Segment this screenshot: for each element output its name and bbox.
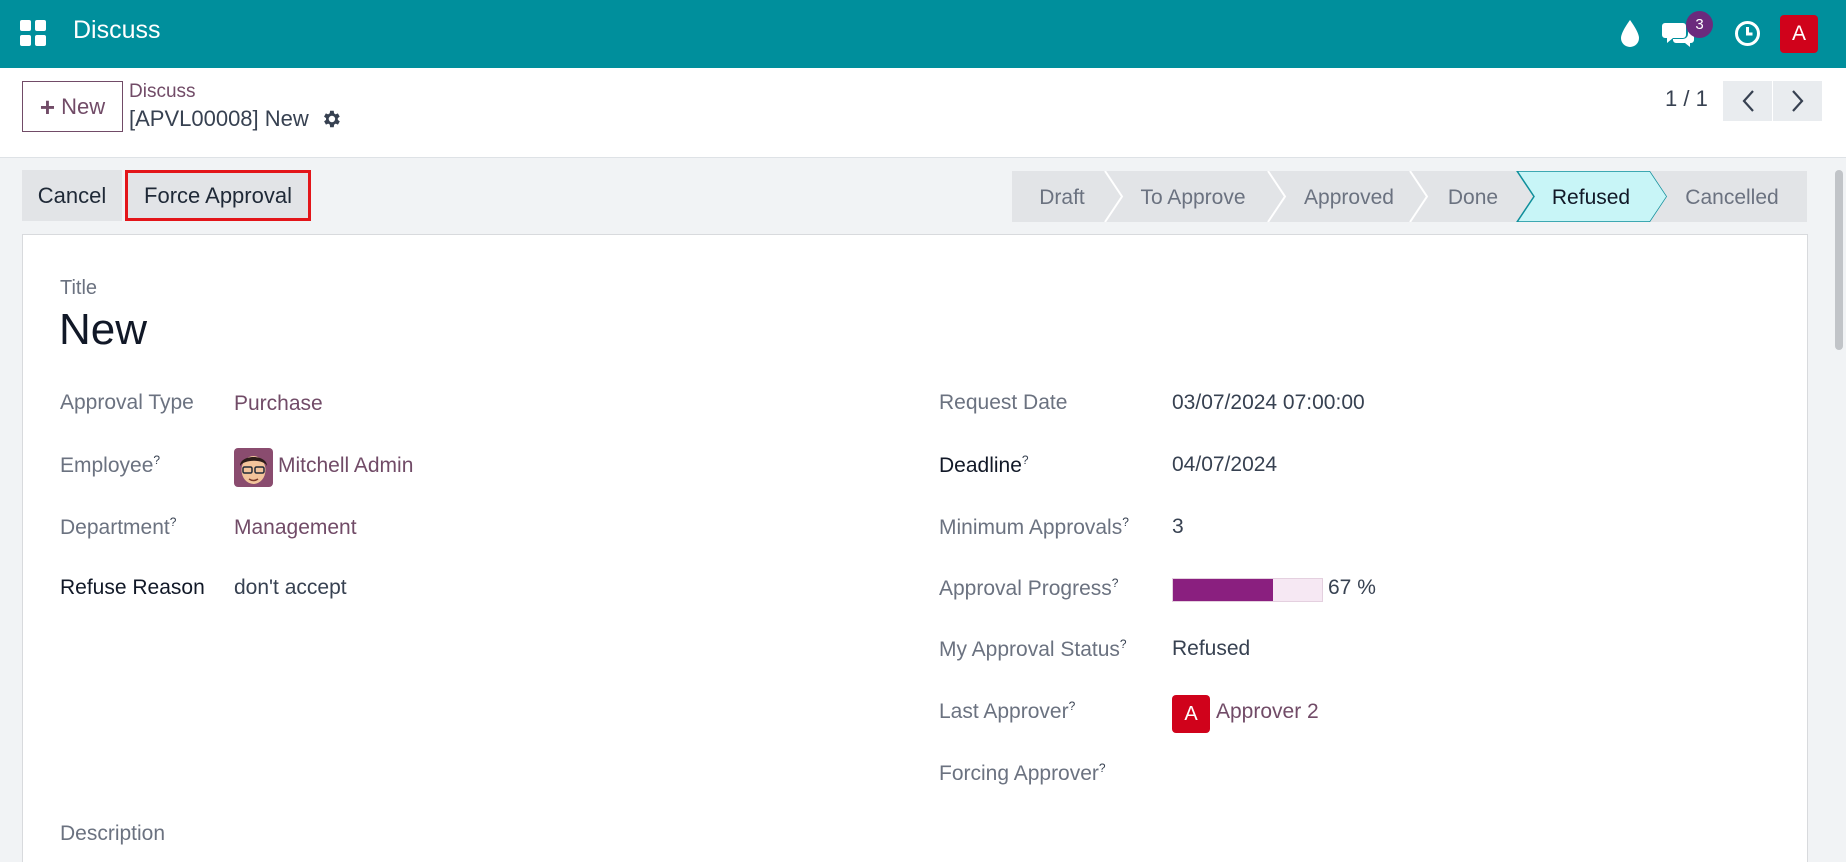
scrollbar-thumb[interactable] <box>1835 170 1843 350</box>
stage-label: Approved <box>1304 186 1394 209</box>
status-bar: Draft To Approve Approved Done Refused C… <box>1012 171 1807 222</box>
help-icon[interactable]: ? <box>170 515 177 529</box>
activity-clock-icon[interactable] <box>1734 20 1761 47</box>
stage-label: Cancelled <box>1685 186 1778 209</box>
pager-previous-button[interactable] <box>1723 81 1772 121</box>
approval-type-label: Approval Type <box>60 391 194 414</box>
approval-progress-bar <box>1172 578 1323 602</box>
new-button-label: New <box>61 93 106 119</box>
department-field[interactable]: Management <box>234 516 357 540</box>
stage-label: Draft <box>1039 186 1085 209</box>
employee-avatar <box>234 448 273 487</box>
pager-next-button[interactable] <box>1773 81 1822 121</box>
deadline-label: Deadline? <box>939 453 1029 477</box>
my-approval-status-field: Refused <box>1172 637 1251 660</box>
description-label: Description <box>60 822 166 845</box>
employee-field[interactable]: Mitchell Admin <box>278 454 413 478</box>
request-date-field[interactable]: 03/07/2024 07:00:00 <box>1172 391 1365 415</box>
my-approval-status-label: My Approval Status? <box>939 637 1127 661</box>
minimum-approvals-label: Minimum Approvals? <box>939 515 1129 539</box>
title-field[interactable]: New <box>59 305 147 355</box>
force-approval-button[interactable]: Force Approval <box>125 170 311 221</box>
breadcrumb-record-name: [APVL00008] New <box>129 106 309 131</box>
approval-progress-text: 67 % <box>1328 576 1376 599</box>
last-approver-field[interactable]: Approver 2 <box>1216 700 1319 724</box>
debug-drop-icon[interactable] <box>1618 18 1642 48</box>
help-icon[interactable]: ? <box>1120 637 1127 651</box>
help-icon[interactable]: ? <box>153 453 160 467</box>
message-count-badge: 3 <box>1686 11 1713 38</box>
help-icon[interactable]: ? <box>1069 699 1076 713</box>
form-sheet: Title New Approval Type Purchase Employe… <box>22 234 1808 862</box>
help-icon[interactable]: ? <box>1022 453 1029 467</box>
last-approver-label: Last Approver? <box>939 699 1076 723</box>
scrollbar[interactable] <box>1832 160 1846 862</box>
new-button[interactable]: + New <box>22 81 123 132</box>
cancel-button[interactable]: Cancel <box>22 170 122 221</box>
control-panel: + New Discuss [APVL00008] New 1 / 1 <box>0 68 1846 158</box>
refuse-reason-field[interactable]: don't accept <box>234 576 347 600</box>
approval-progress-fill <box>1173 579 1273 601</box>
apps-menu-icon[interactable] <box>20 20 46 46</box>
pager-value[interactable]: 1 / 1 <box>1665 86 1708 112</box>
help-icon[interactable]: ? <box>1099 761 1106 775</box>
breadcrumb-parent-link[interactable]: Discuss <box>129 81 196 103</box>
chevron-right-icon <box>1791 90 1803 112</box>
plus-icon: + <box>39 91 56 122</box>
department-label: Department? <box>60 515 177 539</box>
deadline-field[interactable]: 04/07/2024 <box>1172 453 1277 477</box>
approval-progress-label: Approval Progress? <box>939 576 1119 600</box>
refuse-reason-label: Refuse Reason <box>60 576 205 599</box>
app-title[interactable]: Discuss <box>73 16 161 45</box>
user-avatar[interactable]: A <box>1780 15 1818 53</box>
employee-label: Employee? <box>60 453 161 477</box>
help-icon[interactable]: ? <box>1112 576 1119 590</box>
help-icon[interactable]: ? <box>1122 515 1129 529</box>
chevron-left-icon <box>1742 90 1754 112</box>
approval-type-field[interactable]: Purchase <box>234 392 323 416</box>
approver-avatar: A <box>1172 695 1210 733</box>
request-date-label: Request Date <box>939 391 1068 414</box>
top-navbar: Discuss 3 A <box>0 0 1846 68</box>
forcing-approver-label: Forcing Approver? <box>939 761 1106 785</box>
stage-label: To Approve <box>1140 186 1245 209</box>
minimum-approvals-field[interactable]: 3 <box>1172 515 1184 539</box>
stage-label: Refused <box>1552 186 1630 209</box>
title-label: Title <box>60 277 98 299</box>
stage-label: Done <box>1448 186 1498 209</box>
gear-icon[interactable] <box>320 108 342 130</box>
